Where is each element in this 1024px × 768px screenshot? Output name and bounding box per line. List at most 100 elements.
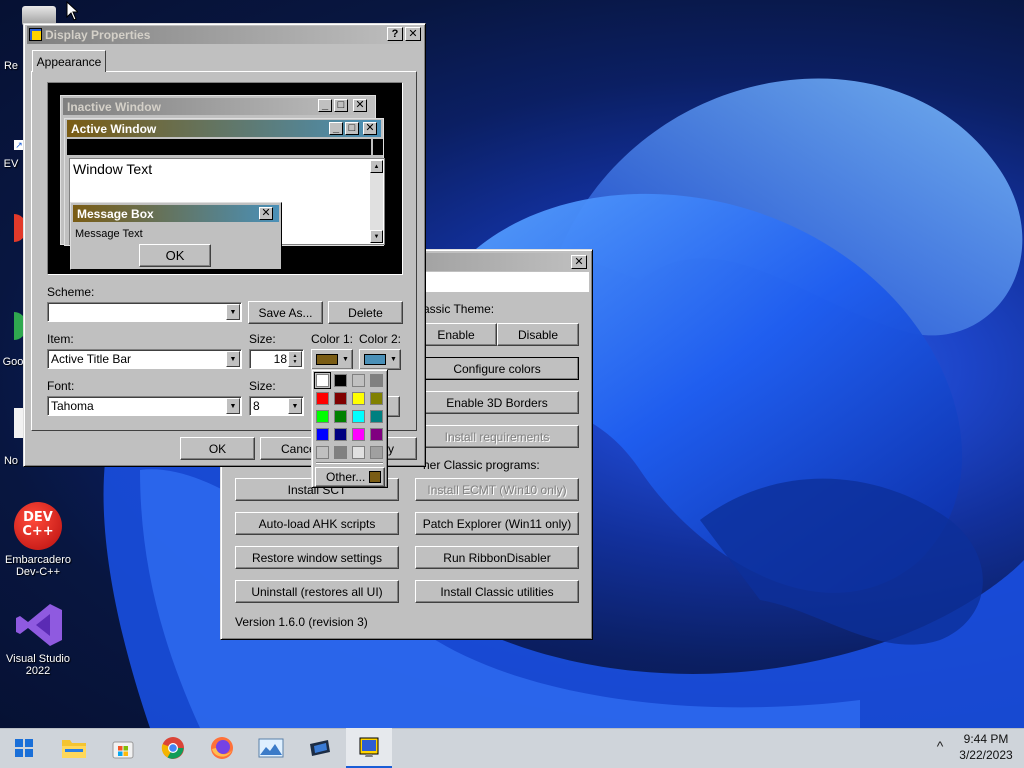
color-swatch[interactable]: [370, 374, 383, 387]
install-classic-utilities-button[interactable]: Install Classic utilities: [415, 580, 579, 603]
clock-time: 9:44 PM: [963, 732, 1009, 746]
display-properties-titlebar[interactable]: Display Properties: [27, 26, 422, 44]
help-icon[interactable]: ?: [387, 27, 403, 41]
minimize-icon: _: [318, 99, 332, 112]
disable-button[interactable]: Disable: [497, 323, 579, 346]
font-combo[interactable]: Tahoma ▼: [47, 396, 242, 416]
tray-chevron-icon[interactable]: ^: [928, 738, 952, 758]
color-swatch[interactable]: [334, 392, 347, 405]
devcpp-label-line1: Embarcadero: [5, 554, 72, 566]
display-properties-taskbar-button[interactable]: [346, 728, 392, 768]
item-size-label: Size:: [249, 332, 276, 346]
color-swatch[interactable]: [352, 392, 365, 405]
color-swatch[interactable]: [316, 392, 329, 405]
font-size-value: 8: [253, 399, 260, 413]
other-color-swatch: [369, 471, 381, 483]
color-swatch[interactable]: [352, 446, 365, 459]
windows-logo-icon: [15, 739, 33, 757]
microsoft-store-taskbar-button[interactable]: [100, 728, 146, 768]
photos-icon: [258, 738, 284, 758]
ok-button[interactable]: OK: [180, 437, 255, 460]
scheme-combo[interactable]: ▼: [47, 302, 242, 322]
firefox-taskbar-button[interactable]: [199, 728, 245, 768]
devcpp-icon[interactable]: DEV C++: [14, 502, 62, 550]
scroll-up-icon: ▲: [370, 160, 383, 173]
chevron-down-icon[interactable]: ▼: [226, 304, 240, 320]
color1-button[interactable]: ▼: [311, 349, 353, 370]
color-swatch[interactable]: [334, 428, 347, 441]
visual-studio-label[interactable]: Visual Studio 2022: [5, 653, 71, 677]
chrome-icon: [161, 737, 184, 759]
item-size-spinner[interactable]: 18 ▲ ▼: [249, 349, 304, 369]
clock[interactable]: 9:44 PM 3/22/2023: [950, 731, 1022, 765]
color-swatch[interactable]: [316, 410, 329, 423]
mouse-cursor-icon: [66, 1, 78, 21]
winaero-taskbar-button[interactable]: [297, 728, 343, 768]
run-ribbondisabler-button[interactable]: Run RibbonDisabler: [415, 546, 579, 569]
devcpp-label[interactable]: Embarcadero Dev-C++: [5, 554, 71, 578]
close-icon: ✕: [259, 207, 273, 220]
chevron-down-icon[interactable]: ▼: [226, 398, 240, 414]
window-title: Display Properties: [45, 28, 151, 42]
tab-appearance-label: Appearance: [36, 54, 102, 69]
file-explorer-taskbar-button[interactable]: [51, 728, 97, 768]
color-picker-popup: Other...: [311, 369, 388, 488]
maximize-icon: □: [334, 99, 348, 112]
color-swatch[interactable]: [370, 428, 383, 441]
chrome-taskbar-button[interactable]: [150, 728, 196, 768]
preview-message-text: Message Text: [75, 228, 143, 240]
patch-explorer-button[interactable]: Patch Explorer (Win11 only): [415, 512, 579, 535]
color1-label: Color 1:: [311, 332, 354, 346]
color-swatch[interactable]: [370, 392, 383, 405]
color-swatch[interactable]: [352, 410, 365, 423]
preview-menubar-end: [373, 139, 383, 155]
item-combo[interactable]: Active Title Bar ▼: [47, 349, 242, 369]
close-icon[interactable]: ✕: [405, 27, 421, 41]
clock-date: 3/22/2023: [959, 748, 1013, 762]
photos-taskbar-button[interactable]: [248, 728, 294, 768]
configure-colors-button[interactable]: Configure colors: [415, 357, 579, 380]
start-button[interactable]: [1, 728, 47, 768]
font-label: Font:: [47, 379, 75, 393]
other-color-button[interactable]: Other...: [315, 467, 385, 487]
install-ecmt-button[interactable]: Install ECMT (Win10 only): [415, 478, 579, 501]
chevron-down-icon: ▼: [342, 356, 349, 363]
close-icon: ✕: [353, 99, 367, 112]
folder-icon: [62, 740, 86, 758]
enable-button[interactable]: Enable: [415, 323, 497, 346]
color-swatch[interactable]: [370, 410, 383, 423]
close-icon[interactable]: ✕: [571, 255, 587, 269]
color-swatch[interactable]: [370, 446, 383, 459]
preview-menubar: [67, 139, 371, 155]
color-swatch[interactable]: [334, 446, 347, 459]
color-swatch-grid: [312, 370, 389, 462]
preview-message-box: Message Box ✕ Message Text OK: [70, 202, 282, 270]
tab-appearance[interactable]: Appearance: [32, 50, 106, 72]
save-as-button[interactable]: Save As...: [248, 301, 323, 324]
close-icon: ✕: [363, 122, 377, 135]
autoload-ahk-button[interactable]: Auto-load AHK scripts: [235, 512, 399, 535]
preview-scrollbar: ▲ ▼: [370, 160, 383, 243]
color-swatch[interactable]: [314, 372, 331, 389]
chevron-down-icon[interactable]: ▼: [288, 398, 302, 414]
color-swatch[interactable]: [352, 428, 365, 441]
uninstall-button[interactable]: Uninstall (restores all UI): [235, 580, 399, 603]
color-swatch[interactable]: [316, 446, 329, 459]
spinner-arrows-icon[interactable]: ▲ ▼: [288, 351, 302, 367]
color-swatch[interactable]: [334, 374, 347, 387]
preview-area: Inactive Window _ □ ✕ Active Window _ □ …: [47, 82, 403, 275]
color-swatch[interactable]: [334, 410, 347, 423]
visual-studio-label-line2: 2022: [25, 665, 51, 677]
enable-3d-borders-button[interactable]: Enable 3D Borders: [415, 391, 579, 414]
delete-button[interactable]: Delete: [328, 301, 403, 324]
font-size-combo[interactable]: 8 ▼: [249, 396, 304, 416]
color2-button[interactable]: ▼: [359, 349, 401, 370]
font-value: Tahoma: [51, 399, 94, 413]
chevron-down-icon[interactable]: ▼: [226, 351, 240, 367]
install-requirements-button[interactable]: Install requirements: [415, 425, 579, 448]
visual-studio-icon[interactable]: [14, 600, 64, 650]
color-swatch[interactable]: [316, 428, 329, 441]
color-swatch[interactable]: [352, 374, 365, 387]
maximize-icon: □: [345, 122, 359, 135]
restore-window-settings-button[interactable]: Restore window settings: [235, 546, 399, 569]
